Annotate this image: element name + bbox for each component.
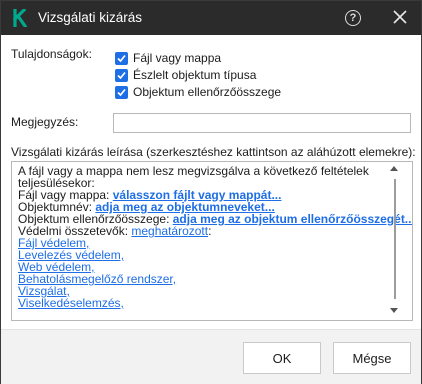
description-content: A fájl vagy a mappa nem lesz megvizsgálv… bbox=[18, 165, 412, 310]
kaspersky-logo-icon bbox=[12, 9, 28, 27]
checkbox-object-checksum[interactable]: Objektum ellenőrzőösszege bbox=[115, 84, 281, 100]
checkbox-label: Észlelt objektum típusa bbox=[133, 68, 257, 82]
help-icon[interactable]: ? bbox=[345, 10, 361, 26]
cancel-button[interactable]: Mégse bbox=[333, 342, 411, 374]
checkbox-file-or-folder[interactable]: Fájl vagy mappa bbox=[115, 50, 221, 66]
checkbox-label: Objektum ellenőrzőösszege bbox=[133, 85, 282, 99]
properties-label: Tulajdonságok: bbox=[11, 47, 92, 61]
scroll-up-arrow-icon[interactable] bbox=[390, 166, 398, 171]
scrollbar-thumb[interactable] bbox=[394, 179, 396, 299]
scroll-down-arrow-icon[interactable] bbox=[390, 308, 398, 313]
window-title: Vizsgálati kizárás bbox=[38, 10, 143, 25]
components-specified-link[interactable]: meghatározott bbox=[131, 224, 208, 238]
checkbox-detected-object-type[interactable]: Észlelt objektum típusa bbox=[115, 67, 256, 83]
checkbox-checked-icon[interactable] bbox=[115, 85, 128, 99]
component-link-behavior-detection[interactable]: Viselkedéselemzés, bbox=[18, 296, 124, 310]
components-suffix: : bbox=[208, 224, 212, 238]
title-bar: Vizsgálati kizárás ? bbox=[1, 1, 421, 35]
description-box: A fájl vagy a mappa nem lesz megvizsgálv… bbox=[11, 161, 413, 321]
description-label: Vizsgálati kizárás leírása (szerkesztésh… bbox=[11, 145, 416, 159]
exclusion-dialog: Vizsgálati kizárás ? Tulajdonságok: Fájl… bbox=[0, 0, 422, 384]
checkbox-checked-icon[interactable] bbox=[115, 68, 128, 82]
close-icon[interactable] bbox=[391, 8, 409, 26]
ok-button[interactable]: OK bbox=[243, 342, 321, 374]
comment-input[interactable] bbox=[113, 113, 411, 133]
checkbox-label: Fájl vagy mappa bbox=[133, 51, 222, 65]
checkbox-checked-icon[interactable] bbox=[115, 51, 128, 65]
comment-label: Megjegyzés: bbox=[11, 115, 79, 129]
